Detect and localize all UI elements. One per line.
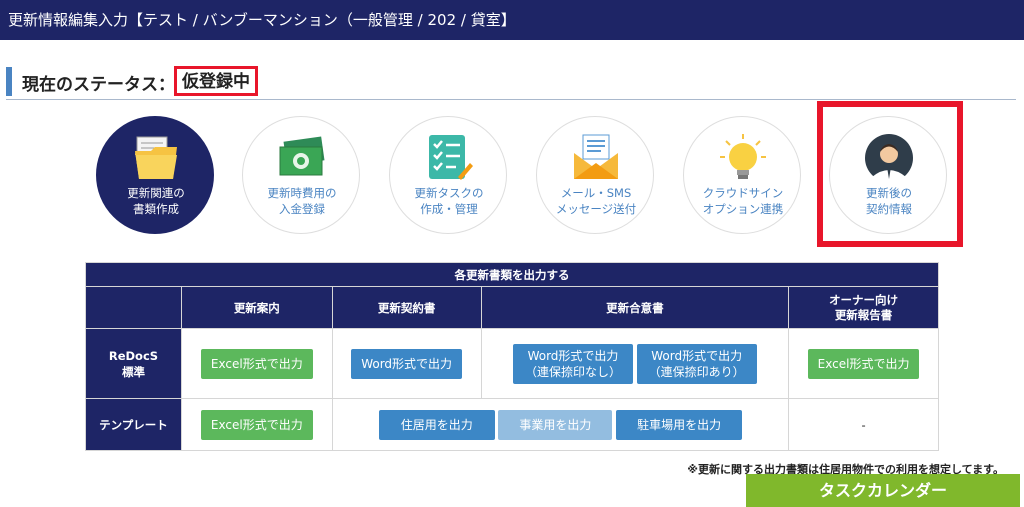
status-value: 仮登録中 [174, 66, 258, 96]
template-guide-excel-button[interactable]: Excel形式で出力 [200, 409, 313, 440]
output-table: 各更新書類を出力する 更新案内 更新契約書 更新合意書 オーナー向け 更新報告書… [85, 262, 939, 451]
contract-word-button[interactable]: Word形式で出力 [351, 348, 463, 379]
column-header: 更新案内 [180, 286, 333, 329]
table-row: テンプレート Excel形式で出力 住居用を出力 事業用を出力 駐車場用を出力 … [85, 398, 939, 451]
lightbulb-icon [720, 134, 766, 179]
table-cell: Word形式で出力 [331, 328, 482, 399]
table-cell: Word形式で出力 （連保捺印なし） Word形式で出力 （連保捺印あり） [480, 328, 790, 399]
page-title: 更新情報編集入力【テスト / バンブーマンション（一般管理 / 202 / 貸室… [8, 11, 516, 29]
checklist-icon [429, 135, 473, 180]
page-header: 更新情報編集入力【テスト / バンブーマンション（一般管理 / 202 / 貸室… [0, 0, 1024, 40]
status-row: 現在のステータス： 仮登録中 [6, 64, 1016, 100]
status-accent-bar [6, 67, 12, 96]
step-document-creation[interactable]: 更新関連の 書類作成 [96, 116, 214, 234]
column-header: 更新合意書 [480, 286, 790, 329]
task-calendar-button[interactable]: タスクカレンダー [746, 474, 1020, 507]
table-corner [85, 286, 182, 329]
step-label: 更新時費用の 入金登録 [267, 186, 337, 216]
table-cell: 住居用を出力 事業用を出力 駐車場用を出力 [331, 398, 790, 451]
money-icon [279, 136, 325, 176]
step-label: クラウドサイン オプション連携 [702, 186, 784, 216]
table-cell: - [788, 398, 939, 451]
step-cloudsign-option[interactable]: クラウドサイン オプション連携 [683, 116, 801, 234]
table-cell: Excel形式で出力 [180, 398, 333, 451]
step-message-sending[interactable]: メール・SMS メッセージ送付 [536, 116, 654, 234]
highlight-frame [817, 101, 963, 247]
table-cell: Excel形式で出力 [788, 328, 939, 399]
table-title: 各更新書類を出力する [85, 262, 939, 287]
owner-report-excel-button[interactable]: Excel形式で出力 [807, 348, 920, 379]
step-label: 更新関連の 書類作成 [127, 186, 185, 216]
table-row: ReDocS 標準 Excel形式で出力 Word形式で出力 Word形式で出力… [85, 328, 939, 399]
status-label: 現在のステータス： [22, 75, 175, 95]
step-task-management[interactable]: 更新タスクの 作成・管理 [389, 116, 507, 234]
folder-icon [135, 136, 177, 179]
table-cell: Excel形式で出力 [180, 328, 333, 399]
agreement-word-no-seal-button[interactable]: Word形式で出力 （連保捺印なし） [512, 343, 633, 384]
row-header: ReDocS 標準 [85, 328, 182, 399]
row-header: テンプレート [85, 398, 182, 451]
step-payment-registration[interactable]: 更新時費用の 入金登録 [242, 116, 360, 234]
column-header: 更新契約書 [331, 286, 482, 329]
parking-output-button[interactable]: 駐車場用を出力 [616, 409, 743, 440]
step-label: メール・SMS メッセージ送付 [555, 186, 637, 216]
guide-excel-button[interactable]: Excel形式で出力 [200, 348, 313, 379]
step-label: 更新タスクの 作成・管理 [414, 186, 484, 216]
business-output-button[interactable]: 事業用を出力 [498, 409, 613, 440]
residence-output-button[interactable]: 住居用を出力 [378, 409, 495, 440]
mail-icon [574, 134, 618, 179]
agreement-word-with-seal-button[interactable]: Word形式で出力 （連保捺印あり） [636, 343, 757, 384]
column-header: オーナー向け 更新報告書 [788, 286, 939, 329]
